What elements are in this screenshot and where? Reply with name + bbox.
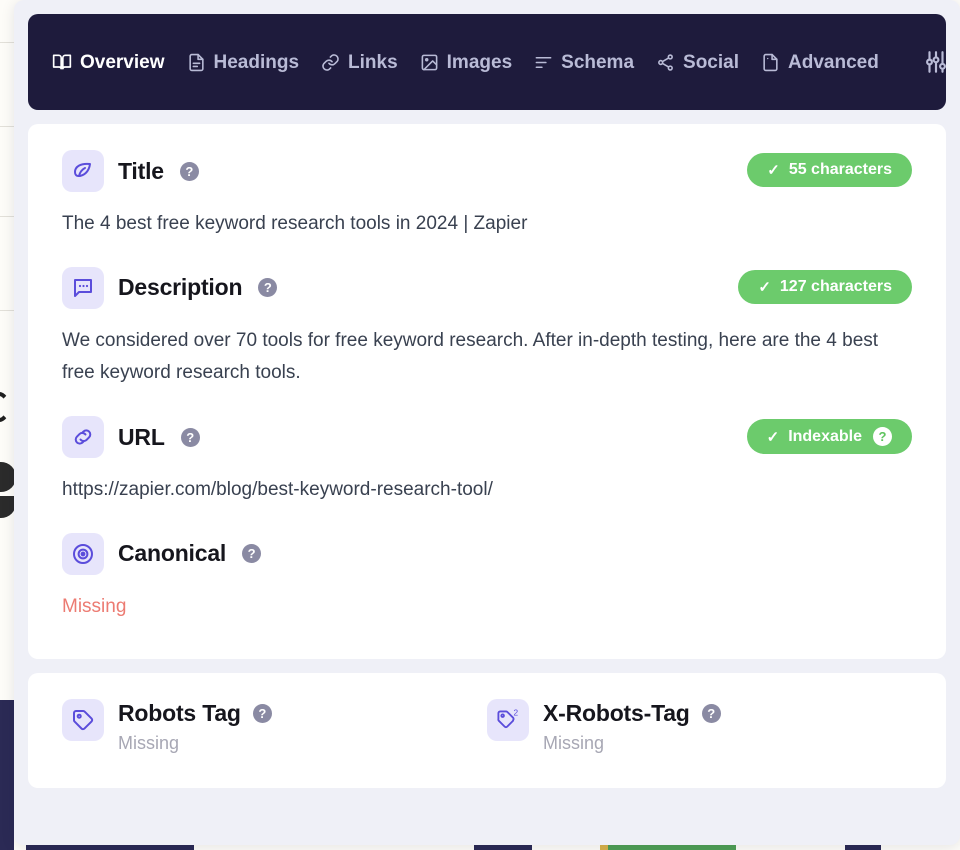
- status-badge[interactable]: ✓ 55 characters: [747, 153, 912, 187]
- tag-squared-icon: 2: [487, 699, 529, 742]
- leaf-icon: [62, 150, 104, 192]
- section-canonical: Canonical? Missing: [62, 532, 912, 624]
- section-value: https://zapier.com/blog/best-keyword-res…: [62, 479, 493, 501]
- tab-label: Images: [446, 51, 513, 73]
- file-dashed-icon: [761, 53, 780, 72]
- svg-text:2: 2: [514, 708, 519, 717]
- tab-links[interactable]: Links: [321, 53, 398, 72]
- section-header: Robots Tag?: [118, 700, 272, 727]
- section-value: Missing: [543, 733, 605, 754]
- overview-card: Title? ✓ 55 characters The 4 best free keyw…: [28, 124, 946, 660]
- tab-label: Advanced: [788, 51, 879, 73]
- tab-social[interactable]: Social: [656, 53, 739, 72]
- section-value: We considered over 70 tools for free key…: [62, 329, 879, 384]
- help-icon[interactable]: ?: [701, 704, 721, 724]
- check-icon: ✓: [758, 278, 771, 296]
- section-header: Canonical?: [62, 532, 912, 575]
- section-text: X-Robots-Tag? Missing: [543, 699, 721, 754]
- section-text: Robots Tag? Missing: [118, 699, 272, 754]
- book-icon: [52, 52, 72, 72]
- document-icon: [187, 53, 206, 72]
- background-shape: [0, 700, 14, 850]
- help-icon[interactable]: ?: [179, 161, 199, 181]
- tab-overview[interactable]: Overview: [52, 52, 165, 72]
- help-icon[interactable]: ?: [873, 427, 892, 447]
- tab-label: Headings: [213, 51, 300, 73]
- section-title: Description: [118, 274, 243, 301]
- robots-card: Robots Tag? Missing 2 X-Robots-Tag? Missing: [28, 673, 946, 789]
- sliders-icon[interactable]: [923, 49, 951, 75]
- section-robots-tag: Robots Tag? Missing: [62, 699, 487, 754]
- chain-link-icon: [62, 416, 104, 459]
- section-title: Robots Tag: [118, 700, 241, 727]
- check-icon: ✓: [766, 428, 780, 446]
- help-icon[interactable]: ?: [242, 544, 262, 564]
- check-icon: ✓: [767, 162, 780, 179]
- list-tree-icon: [534, 53, 553, 72]
- status-badge-label: 127 characters: [779, 277, 892, 295]
- section-header: X-Robots-Tag?: [543, 700, 721, 727]
- tab-navigation-bar: Overview Headings Links Images Schema Social A…: [28, 14, 946, 110]
- speech-bubble-icon: [62, 266, 104, 309]
- section-value: Missing: [62, 595, 127, 617]
- section-title: Title: [118, 157, 164, 184]
- link-icon: [321, 53, 340, 72]
- section-description: Description? ✓ 127 characters We considered…: [62, 266, 912, 390]
- status-badge-label: 55 characters: [788, 161, 892, 178]
- image-icon: [420, 53, 439, 72]
- help-icon[interactable]: ?: [258, 278, 278, 298]
- tab-schema[interactable]: Schema: [534, 53, 634, 72]
- tab-advanced[interactable]: Advanced: [761, 53, 879, 72]
- section-x-robots-tag: 2 X-Robots-Tag? Missing: [487, 699, 912, 754]
- background-shape: [0, 392, 10, 422]
- section-title: Canonical: [118, 540, 227, 567]
- status-badge-label: Indexable: [788, 427, 862, 445]
- status-badge[interactable]: ✓ 127 characters: [738, 269, 912, 304]
- help-icon[interactable]: ?: [252, 704, 272, 724]
- tab-headings[interactable]: Headings: [187, 51, 300, 73]
- seo-inspector-panel: Overview Headings Links Images Schema Social A…: [14, 0, 960, 845]
- section-title: X-Robots-Tag: [543, 700, 690, 727]
- section-value: The 4 best free keyword research tools i…: [62, 213, 528, 234]
- share-icon: [656, 53, 675, 72]
- section-title: Title? ✓ 55 characters The 4 best free keyw…: [62, 150, 912, 241]
- help-icon[interactable]: ?: [180, 427, 200, 447]
- section-value: Missing: [118, 733, 180, 754]
- tab-images[interactable]: Images: [420, 53, 512, 72]
- tab-label: Social: [683, 51, 739, 73]
- tag-icon: [62, 699, 104, 742]
- tab-list: Overview Headings Links Images Schema Social A…: [52, 49, 946, 75]
- tab-label: Schema: [561, 51, 635, 73]
- tab-label: Overview: [80, 51, 165, 73]
- tab-label: Links: [348, 51, 398, 73]
- status-badge[interactable]: ✓ Indexable?: [746, 419, 912, 455]
- section-title: URL: [118, 423, 165, 450]
- section-url: URL? ✓ Indexable? https://zapier.com/blog/b…: [62, 416, 912, 507]
- target-icon: [62, 532, 104, 575]
